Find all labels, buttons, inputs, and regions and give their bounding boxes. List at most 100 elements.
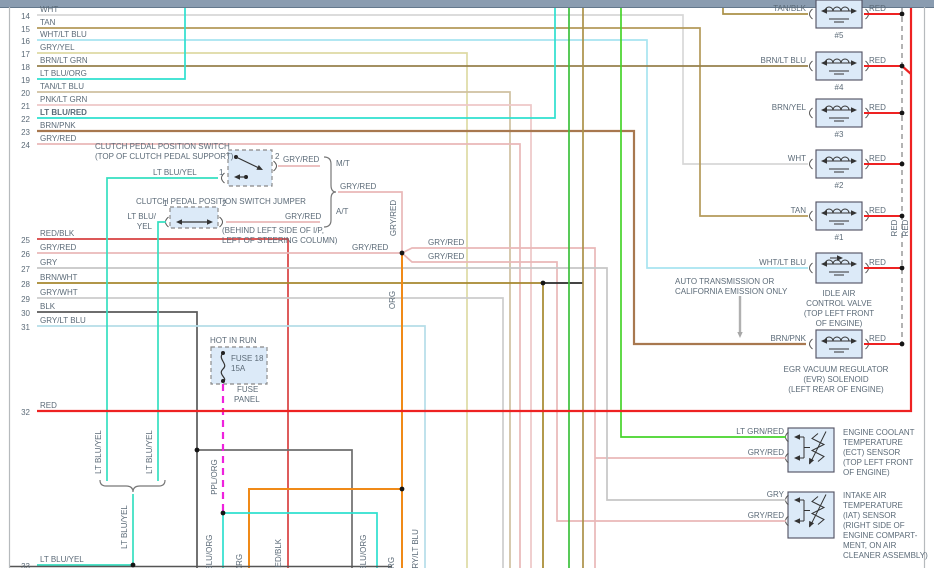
pin-number: 15 [21,25,30,34]
wire-label: RED [869,258,886,267]
wire-label: GRY/RED [40,243,77,252]
junction-dot [899,11,905,17]
pin-number: 22 [21,115,30,124]
junction-dot [899,213,905,219]
wire-org-branch [248,488,402,568]
wire-label: RED [869,56,886,65]
wiring-diagram: 1415161718192021222324252627282930313233… [8,0,928,568]
clutch-pedal-position-switch-jumper [169,206,219,229]
wire-label: GRY/RED [283,155,320,164]
wire-label: LEFT OF STEERING COLUMN) [222,236,338,245]
wire-label: RED [869,103,886,112]
pin-number: 28 [21,280,30,289]
wire-label: BRN/WHT [40,273,77,282]
wire-label: (ECT) SENSOR [843,448,901,457]
wire-label: OF ENGINE) [843,468,890,477]
wire-label: PPL/ORG [210,459,219,495]
wire-label: IDLE AIR [823,289,856,298]
egr-solenoid [815,329,863,359]
pin-number: 23 [21,128,30,137]
wire-label: RED [869,334,886,343]
connector-mark [809,60,813,72]
wire-label: (RIGHT SIDE OF [843,521,905,530]
wire-label: (BEHIND LEFT SIDE OF I/P, [222,226,324,235]
junction-dot [899,341,905,347]
junction-dot [899,63,905,69]
junction-dot [899,110,905,116]
wire-label: A/T [336,207,349,216]
clutch-pedal-position-switch [227,149,273,187]
wire-label: TEMPERATURE [843,438,903,447]
junction-dot [399,486,405,492]
wire-label: ORG [388,291,397,309]
pin-number: 24 [21,141,30,150]
wire-label: BRN/PNK [770,334,806,343]
wire-label: LT BLU/RED [40,108,87,117]
wire-20-tan-lt-blu [37,91,511,568]
wire-label: AUTO TRANSMISSION OR [675,277,774,286]
wire-label: BRN/LT BLU [761,56,807,65]
wire-label: WHT/LT BLU [40,30,87,39]
wire-label: GRY/RED [428,238,465,247]
wire-label: TEMPERATURE [843,501,903,510]
wire-21-pnk-lt-grn [37,104,532,568]
wire-label: TAN [40,18,56,27]
wire-label: RED [869,4,886,13]
connector-mark [809,107,813,119]
wire-label: FUSE [237,385,258,394]
wire-label: GRY/RED [285,212,322,221]
wire-label: PNK/LT GRN [40,95,87,104]
pin-number: 18 [21,63,30,72]
pin-number: 31 [21,323,30,332]
junction-dot [220,510,226,516]
wire-label: TAN [791,206,807,215]
wire-label: TAN/BLK [773,4,806,13]
junction-dot [399,250,405,256]
wire-label: WHT [40,5,58,14]
pin-number: 14 [21,12,30,21]
wire-24-gry-red [37,143,521,568]
wire-label: LT BLU/YEL [153,168,197,177]
connector-mark [809,158,813,170]
wire-label: CALIFORNIA EMISSION ONLY [675,287,788,296]
wire-label: 15A [231,364,246,373]
wire-label: ENGINE COMPART- [843,531,918,540]
pin-number: 32 [21,408,30,417]
wire-label: (TOP LEFT FRONT [843,458,913,467]
wire-22-lt-blu-red [37,8,556,119]
wire-label: (EVR) SOLENOID [803,375,869,384]
wire-label: EGR VACUUM REGULATOR [784,365,889,374]
wire-label: (TOP OF CLUTCH PEDAL SUPPORT) [95,152,234,161]
pin-number: 21 [21,102,30,111]
wire-label: 2 [222,199,227,208]
fuse-terminal [221,351,225,355]
wire-label: YEL [137,222,153,231]
wire-label: OF ENGINE) [816,319,863,328]
wire-label: GRY/RED [389,200,398,237]
wire-label: FUSE 18 [231,354,264,363]
pin-number: 29 [21,295,30,304]
wire-label: LT BLU/YEL [94,430,103,474]
wiring-diagram-canvas[interactable]: 14 15 16 17 18 19 20 21 22 23 24 25 26 27 28 29 30 31 32 33… [0,0,934,568]
wire-label: GRY/RED [748,448,785,457]
connector-mark [809,8,813,20]
wire-label: ORG [235,554,244,568]
wire-label: #4 [835,83,844,92]
pin-number: 19 [21,76,30,85]
wire-lt-grn-red [620,8,786,438]
wire-15-tan [37,27,808,217]
iat-sensor [787,491,835,539]
pin-number: 16 [21,37,30,46]
wire-label: LT GRN/RED [736,427,784,436]
wire-label: CLEANER ASSEMBLY) [843,551,928,560]
wire-label: 1 [219,168,224,177]
ect-sensor [787,427,835,473]
junction-dot [899,265,905,271]
wire-label: LT BLU/YEL [40,555,84,564]
wire-label: LT BLU/YEL [120,505,129,549]
wire-label: LT BLU/ [127,212,156,221]
wire-lt-blu-org-branch [223,512,378,568]
wire-label: GRY/WHT [40,288,78,297]
wire-label: GRY/RED [340,182,377,191]
connector-mark [809,210,813,222]
